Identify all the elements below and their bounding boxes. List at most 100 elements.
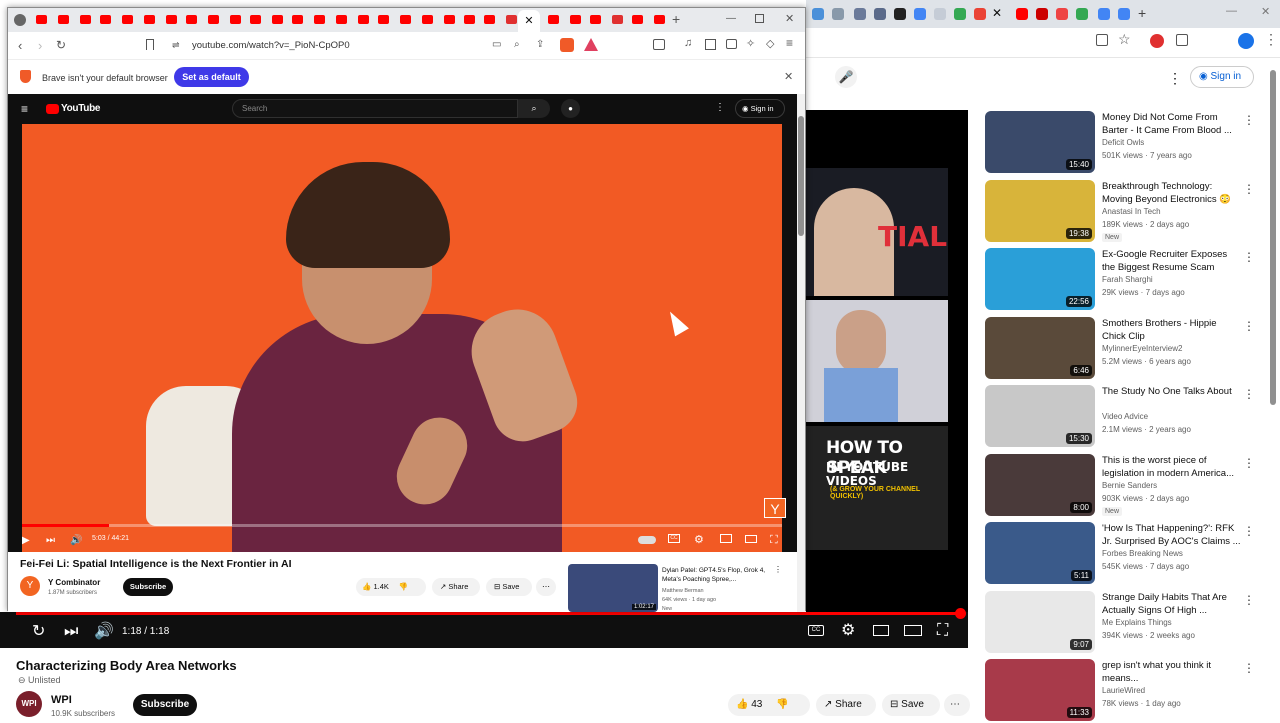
back-arrow-icon[interactable]: ‹ (18, 38, 22, 53)
youtube-tab-icon[interactable] (464, 15, 475, 24)
youtube-tab-icon[interactable] (122, 15, 133, 24)
recommendation-title[interactable]: Money Did Not Come From Barter - It Came… (1102, 111, 1242, 137)
channel-name[interactable]: WPI (51, 694, 72, 706)
reload-icon[interactable]: ↻ (56, 38, 66, 52)
settings-kebab-icon[interactable]: ⋮ (1168, 70, 1182, 87)
site-info-icon[interactable]: ⇌ (172, 40, 180, 51)
tab-favicon[interactable] (1016, 8, 1028, 20)
reading-list-icon[interactable] (705, 39, 716, 50)
vpn-icon[interactable]: ◇ (766, 37, 774, 50)
next-icon[interactable]: ⏭ (64, 624, 78, 640)
browser-icon[interactable] (14, 14, 26, 26)
recommendation-channel[interactable]: Forbes Breaking News (1102, 549, 1183, 558)
youtube-tab-icon[interactable] (144, 15, 155, 24)
recommendation-channel[interactable]: Bernie Sanders (1102, 481, 1157, 490)
recommendation-channel[interactable]: MylinnerEyeInterview2 (1102, 344, 1182, 353)
recommendation-kebab-icon[interactable]: ⋮ (1243, 113, 1255, 127)
youtube-tab-icon[interactable] (80, 15, 91, 24)
tab-favicon[interactable] (812, 8, 824, 20)
recommendation-item[interactable]: 6:46 Smothers Brothers - Hippie Chick Cli… (985, 316, 1275, 381)
maximize-icon[interactable] (755, 14, 764, 23)
sidebar-toggle-icon[interactable] (653, 39, 665, 50)
youtube-tab-icon[interactable] (292, 15, 303, 24)
youtube-tab-icon[interactable] (590, 15, 601, 24)
subscribe-button[interactable]: Subscribe (133, 694, 197, 716)
recommendation-thumbnail[interactable]: 15:30 (985, 385, 1095, 447)
recommendation-kebab-icon[interactable]: ⋮ (1243, 524, 1255, 538)
youtube-tab-icon[interactable] (272, 15, 283, 24)
zoom-icon[interactable]: ⌕ (514, 39, 520, 50)
channel-avatar[interactable]: WPI (16, 691, 42, 717)
tab-favicon[interactable] (954, 8, 966, 20)
tab-favicon[interactable] (1118, 8, 1130, 20)
progress-bar[interactable] (22, 524, 782, 527)
recommendation-kebab-icon[interactable]: ⋮ (1243, 250, 1255, 264)
video-frame[interactable]: Y (22, 124, 786, 552)
close-window-icon[interactable]: ✕ (785, 12, 794, 25)
minimize-icon[interactable]: — (726, 13, 736, 24)
miniplayer-icon[interactable] (873, 625, 889, 636)
recommendation-channel[interactable]: Anastasi In Tech (1102, 207, 1161, 216)
recommendation-title[interactable]: Strange Daily Habits That Are Actually S… (1102, 591, 1242, 617)
wallet-icon[interactable] (726, 39, 737, 49)
settings-gear-icon[interactable]: ⚙ (694, 532, 704, 548)
recommendation-title[interactable]: The Study No One Talks About (1102, 385, 1242, 398)
tab-favicon[interactable] (1056, 8, 1068, 20)
extension-icon[interactable] (1150, 34, 1164, 48)
more-actions-icon[interactable]: ⋯ (944, 694, 970, 716)
youtube-tab-icon[interactable] (250, 15, 261, 24)
recommendation-item[interactable]: 15:40 Money Did Not Come From Barter - It… (985, 111, 1275, 175)
minimize-icon[interactable]: — (1226, 5, 1237, 17)
recommendation-channel[interactable]: Me Explains Things (1102, 618, 1172, 627)
channel-watermark[interactable]: Y (764, 498, 786, 518)
thumbs-down-icon[interactable]: 👎 (399, 582, 408, 591)
recommendation-thumbnail[interactable]: 15:40 (985, 111, 1095, 173)
sign-in-button[interactable]: ◉ Sign in (735, 99, 785, 118)
youtube-tab-icon[interactable] (230, 15, 241, 24)
captions-icon[interactable]: CC (668, 534, 680, 543)
channel-avatar[interactable]: Y (20, 576, 40, 596)
recommendation-channel[interactable]: Video Advice (1102, 412, 1148, 421)
youtube-tab-icon[interactable] (506, 15, 517, 24)
recommendation-kebab-icon[interactable]: ⋮ (1243, 456, 1255, 470)
brave-rewards-icon[interactable] (584, 38, 598, 51)
recommendation-title[interactable]: This is the worst piece of legislation i… (1102, 454, 1242, 480)
youtube-tab-icon[interactable] (36, 15, 47, 24)
captions-icon[interactable]: CC (808, 625, 824, 636)
recommendation-item[interactable]: 8:00 This is the worst piece of legislati… (985, 453, 1275, 518)
up-next-kebab-icon[interactable]: ⋮ (774, 565, 782, 574)
youtube-tab-icon[interactable] (166, 15, 177, 24)
next-icon[interactable]: ⏭ (46, 533, 55, 549)
volume-icon[interactable]: 🔊 (94, 624, 114, 640)
youtube-tab-icon[interactable] (208, 15, 219, 24)
page-scrollbar[interactable] (797, 94, 805, 612)
new-tab-icon[interactable]: + (1138, 5, 1146, 21)
replay-icon[interactable]: ↻ (32, 624, 45, 640)
thumbs-up-icon[interactable]: 👍 (736, 699, 751, 710)
recommendation-thumbnail[interactable]: 8:00 (985, 453, 1095, 516)
channel-name[interactable]: Y Combinator (48, 578, 100, 587)
recommendation-title[interactable]: Breakthrough Technology: Moving Beyond E… (1102, 180, 1242, 206)
youtube-tab-icon[interactable] (100, 15, 111, 24)
recommendation-thumbnail[interactable]: 22:56 (985, 248, 1095, 310)
tab-favicon[interactable] (832, 8, 844, 20)
recommendation-thumbnail[interactable]: 5:11 (985, 522, 1095, 584)
volume-icon[interactable]: 🔊 (70, 533, 82, 549)
recommendation-item[interactable]: 11:33 grep isn't what you think it means.… (985, 659, 1275, 723)
youtube-tab-icon[interactable] (186, 15, 197, 24)
youtube-tab-icon[interactable] (400, 15, 411, 24)
new-tab-icon[interactable]: + (672, 11, 680, 27)
recommendation-title[interactable]: 'How Is That Happening?': RFK Jr. Surpri… (1102, 522, 1242, 548)
save-button[interactable]: ⊟ Save (882, 694, 940, 716)
youtube-logo-icon[interactable] (46, 104, 59, 114)
menu-kebab-icon[interactable]: ⋮ (1264, 31, 1278, 48)
youtube-tab-icon[interactable] (632, 15, 643, 24)
recommendation-channel[interactable]: Farah Sharghi (1102, 275, 1153, 284)
forward-arrow-icon[interactable]: › (38, 38, 42, 53)
bookmark-star-icon[interactable]: ☆ (1118, 31, 1131, 48)
youtube-tab-icon[interactable] (336, 15, 347, 24)
autoplay-toggle[interactable] (638, 536, 656, 544)
close-window-icon[interactable]: ✕ (1261, 5, 1270, 18)
tab-favicon[interactable] (1076, 8, 1088, 20)
like-dislike-group[interactable]: 👍 1.4K 👎 (356, 578, 426, 596)
